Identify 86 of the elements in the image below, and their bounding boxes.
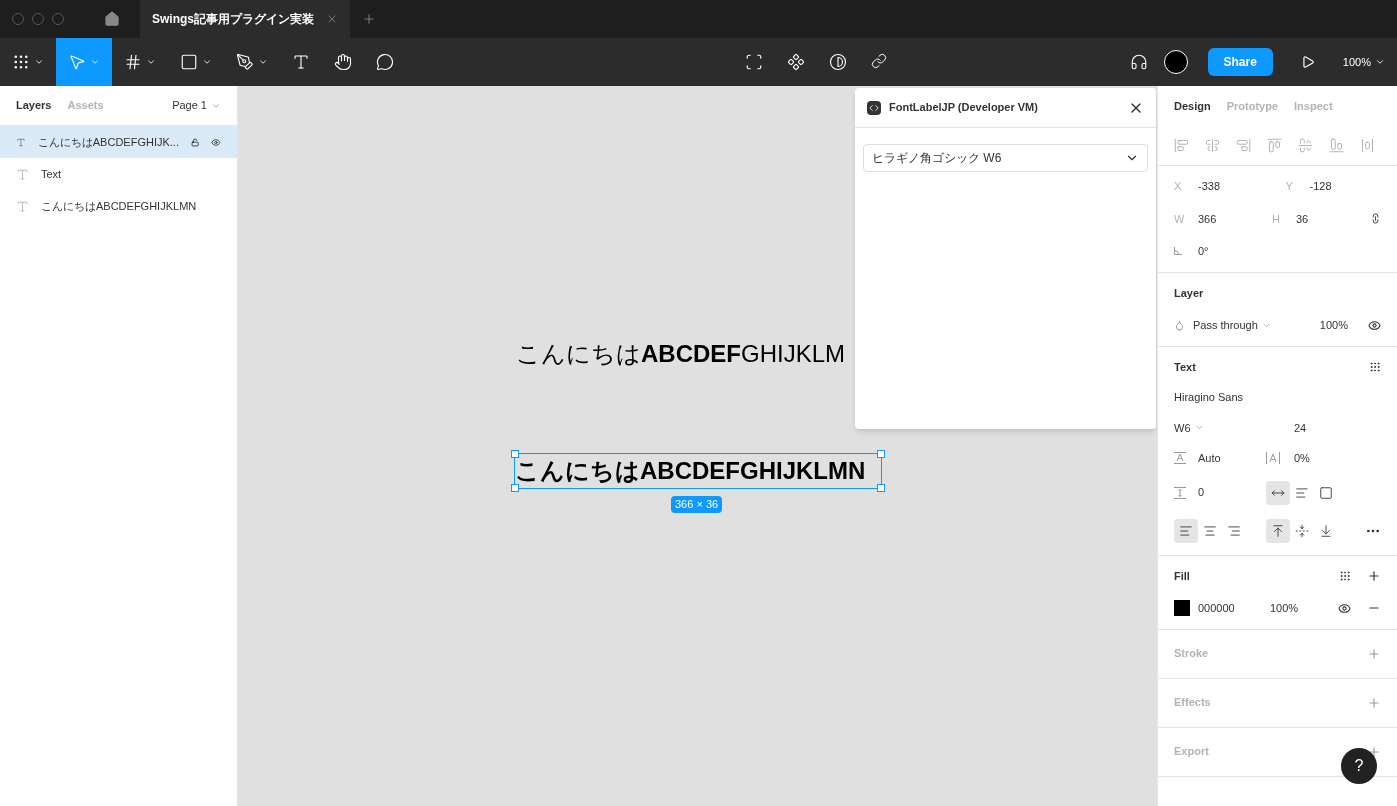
align-left-icon[interactable]: [1174, 518, 1198, 543]
field-label: X: [1174, 179, 1183, 194]
layer-row[interactable]: Text: [0, 158, 237, 190]
caret-icon: [90, 57, 100, 67]
field-label: H: [1271, 211, 1281, 227]
add-tab-icon[interactable]: [362, 12, 376, 26]
resize-handle[interactable]: [511, 484, 519, 492]
eye-icon[interactable]: [1368, 318, 1381, 332]
avatar[interactable]: [1163, 50, 1188, 74]
resize-handle[interactable]: [511, 450, 519, 458]
pointer-icon: [68, 53, 86, 71]
rotation-field[interactable]: 0°: [1198, 243, 1209, 260]
plugin-title: FontLabelJP (Developer VM): [889, 100, 1038, 116]
panel-tab[interactable]: Design: [1174, 97, 1211, 115]
angle-icon: [1174, 247, 1182, 256]
home-icon[interactable]: [104, 11, 120, 27]
resize-handle[interactable]: [877, 450, 885, 458]
caret-icon: [146, 57, 156, 67]
color-swatch[interactable]: [1174, 600, 1190, 617]
section-title: Text: [1174, 359, 1196, 375]
eye-icon[interactable]: [1338, 601, 1351, 615]
layer-name: Text: [41, 166, 62, 182]
square-icon: [180, 53, 198, 71]
caret-icon: [258, 57, 268, 67]
main-menu-icon: [12, 53, 30, 71]
opacity-field[interactable]: 100%: [1319, 317, 1348, 334]
present-icon[interactable]: [1300, 55, 1315, 69]
page-menu[interactable]: Page 1: [172, 97, 221, 114]
number-field[interactable]: 366: [1198, 210, 1217, 227]
section-title: Stroke: [1174, 646, 1209, 662]
unlock-icon[interactable]: [190, 136, 200, 148]
section-title: Export: [1174, 744, 1209, 760]
font-select[interactable]: ヒラギノ角ゴシック W6: [863, 144, 1148, 172]
paragraph-spacing-field[interactable]: 0: [1198, 484, 1266, 501]
section-title: Effects: [1174, 695, 1211, 711]
droplet-icon: [1174, 319, 1185, 331]
panel-tab[interactable]: Layers: [16, 97, 52, 114]
field-label: Y: [1285, 179, 1294, 194]
mask-icon[interactable]: [828, 53, 847, 71]
canvas-text: こんにちはABCDEFGHIJKLMN: [515, 459, 866, 483]
letter-spacing-field[interactable]: 0%: [1294, 450, 1310, 467]
section-title: Layer: [1174, 285, 1205, 301]
layer-row[interactable]: こんにちはABCDEFGHIJK...: [0, 126, 237, 158]
paragraph-spacing-icon: [1174, 486, 1186, 499]
styles-icon[interactable]: [1339, 569, 1351, 582]
canvas-text: こんにちはABCDEFGHIJKLM: [516, 339, 845, 369]
text-layer-icon: [16, 167, 29, 181]
headphones-icon[interactable]: [1129, 53, 1148, 71]
blend-select[interactable]: Pass through: [1193, 317, 1271, 334]
caret-icon: [1375, 57, 1385, 67]
text-layer-icon: [16, 199, 29, 213]
edit-object-icon[interactable]: [744, 53, 763, 71]
hex-field[interactable]: 000000: [1198, 600, 1270, 617]
opacity-field[interactable]: 100%: [1270, 600, 1299, 617]
help-button[interactable]: ?: [1341, 748, 1377, 784]
file-tab[interactable]: Swings記事用プラグイン実装: [140, 0, 350, 38]
section-title: Fill: [1174, 568, 1190, 584]
line-height-icon: [1174, 452, 1186, 465]
align-top-icon[interactable]: [1266, 518, 1290, 543]
caret-icon: [202, 57, 212, 67]
number-field[interactable]: -128: [1309, 178, 1332, 195]
component-icon[interactable]: [786, 53, 805, 71]
link-icon[interactable]: [870, 53, 887, 69]
plugin-icon: [867, 100, 881, 115]
font-family-select[interactable]: Hiragino Sans: [1174, 389, 1381, 406]
number-field[interactable]: 36: [1295, 210, 1309, 227]
tab-title: Swings記事用プラグイン実装: [152, 11, 314, 28]
font-size-field[interactable]: 24: [1294, 419, 1307, 436]
letter-spacing-icon: [1266, 452, 1280, 465]
zoom-menu[interactable]: 100%: [1342, 53, 1385, 71]
speech-bubble-icon: [376, 53, 394, 71]
resize-handle[interactable]: [877, 484, 885, 492]
size-badge: 366 × 36: [671, 496, 723, 513]
pen-icon: [236, 53, 254, 71]
styles-icon[interactable]: [1369, 360, 1381, 373]
layer-name: こんにちはABCDEFGHIJK...: [37, 134, 179, 150]
frame-icon: [124, 53, 142, 71]
layer-name: こんにちはABCDEFGHIJKLMN: [41, 198, 197, 214]
line-height-field[interactable]: Auto: [1198, 450, 1266, 467]
font-weight-select[interactable]: W6: [1174, 419, 1294, 436]
text-icon: [292, 53, 310, 71]
hand-icon: [334, 53, 352, 71]
number-field[interactable]: -338: [1198, 178, 1221, 195]
field-label: W: [1174, 211, 1186, 227]
caret-icon: [34, 57, 44, 67]
layer-row[interactable]: こんにちはABCDEFGHIJKLMN: [0, 190, 237, 222]
